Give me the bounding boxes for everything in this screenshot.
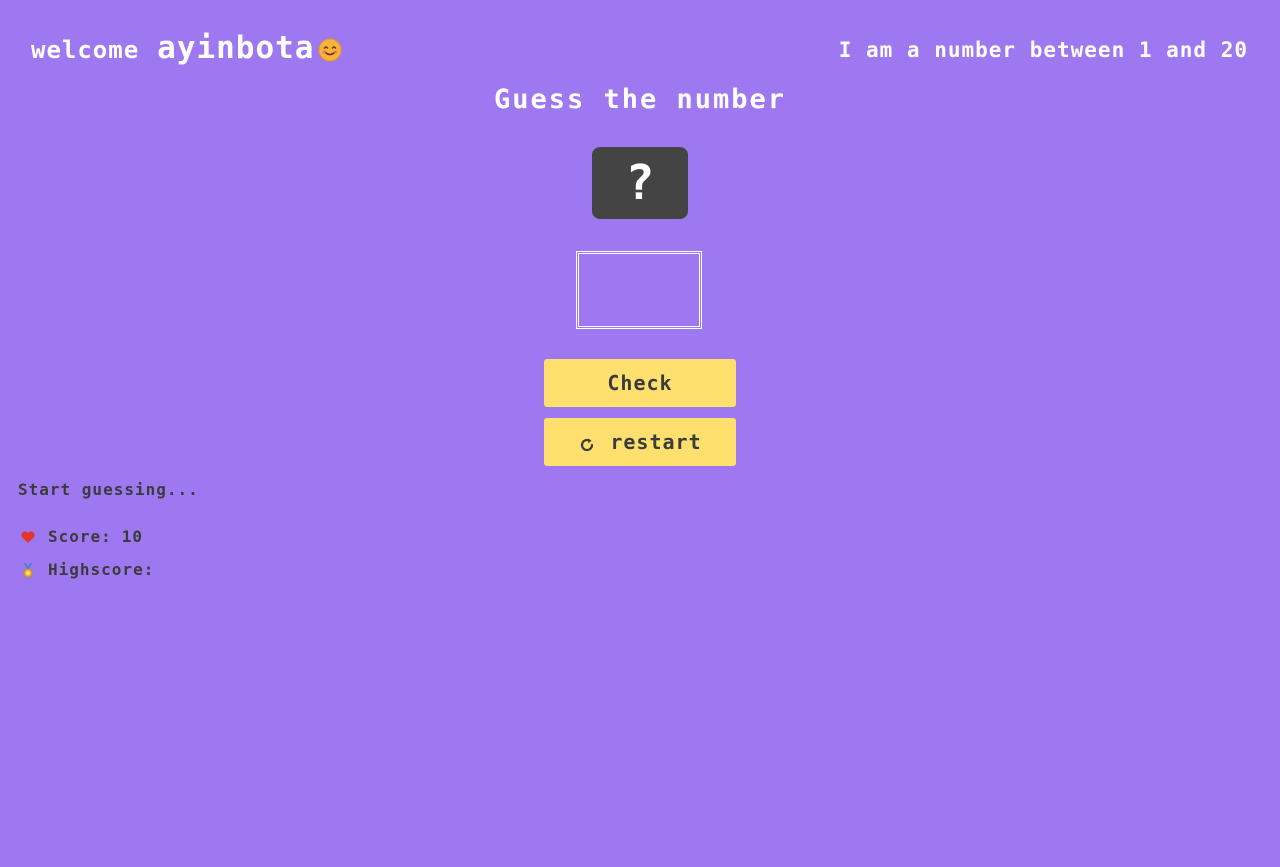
highscore-row: Highscore: [20, 560, 164, 579]
score-label: Score: [48, 527, 112, 546]
restart-button[interactable]: restart [544, 418, 736, 466]
restart-button-label: restart [610, 430, 702, 454]
guess-input[interactable] [576, 251, 702, 329]
check-button[interactable]: Check [544, 359, 736, 407]
score-row: Score: 10 [20, 527, 143, 546]
welcome-word: welcome [31, 36, 140, 64]
range-hint: I am a number between 1 and 20 [838, 38, 1248, 62]
secret-number-box: ? [592, 147, 688, 219]
medal-icon [20, 562, 36, 578]
restart-icon [578, 435, 596, 453]
highscore-label: Highscore: [48, 560, 155, 579]
check-button-label: Check [607, 371, 673, 395]
score-value: 10 [121, 527, 144, 546]
username: ayinbota [157, 30, 315, 66]
page-title: Guess the number [493, 84, 787, 115]
welcome-heading: welcome ayinbota [31, 30, 342, 66]
status-message: Start guessing... [18, 480, 199, 499]
heart-icon [20, 529, 36, 545]
smiling-face-icon [318, 38, 342, 62]
game-page: welcome ayinbota I am a number between 1… [0, 0, 1280, 867]
